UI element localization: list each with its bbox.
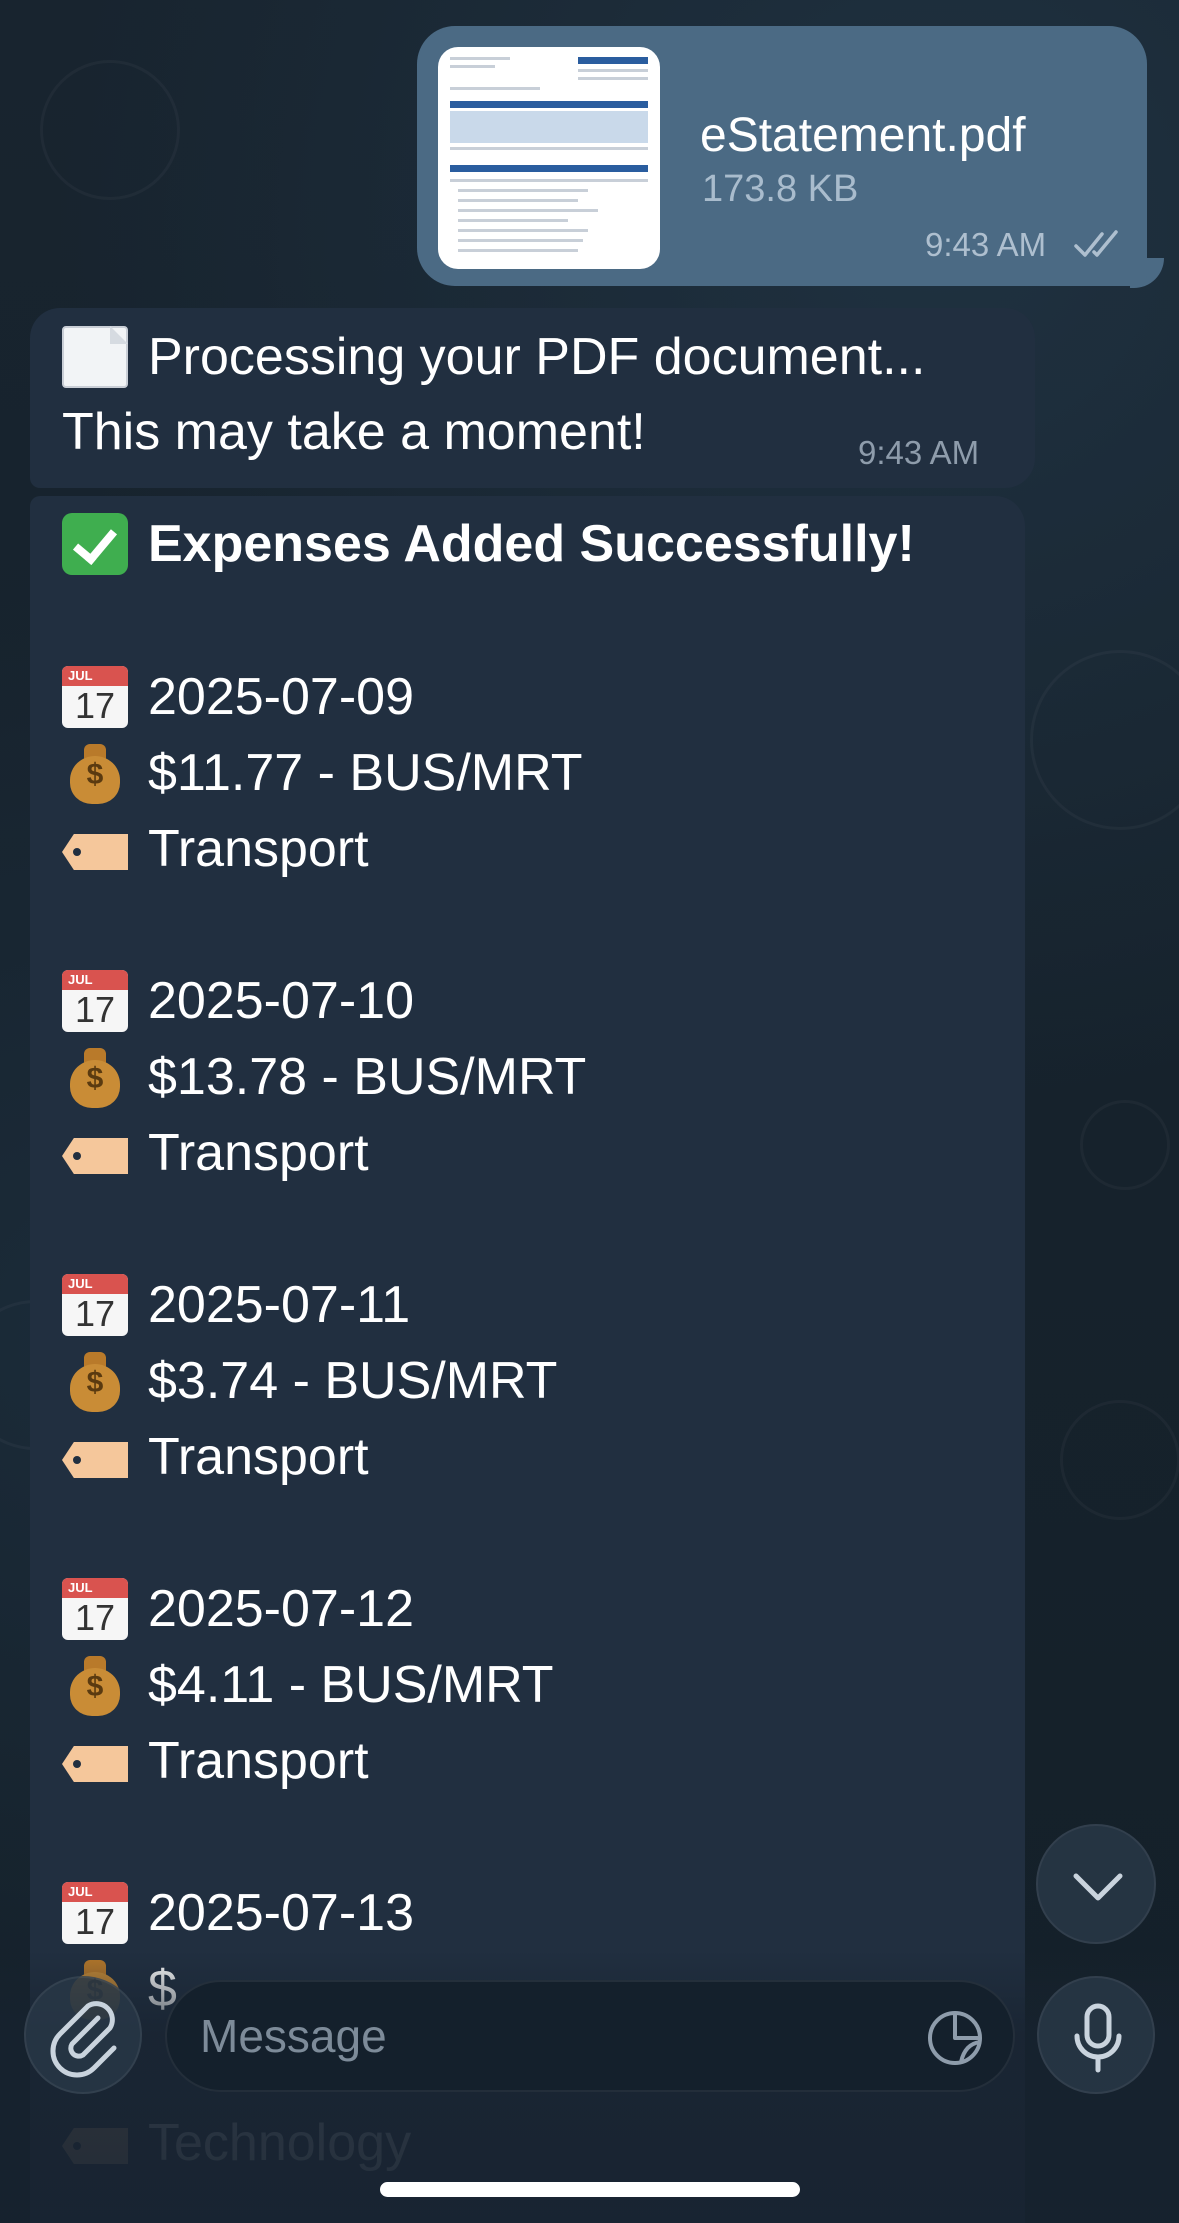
paperclip-icon xyxy=(50,2001,117,2078)
money-bag-icon: $ xyxy=(68,1350,122,1412)
expense-date: JUL 17 2025-07-10 xyxy=(62,970,414,1032)
message-input[interactable] xyxy=(200,2008,900,2064)
expense-date: JUL 17 2025-07-12 xyxy=(62,1578,414,1640)
calendar-icon: JUL 17 xyxy=(62,1578,128,1640)
scroll-down-button[interactable] xyxy=(1036,1824,1156,1944)
label-tag-icon xyxy=(62,1730,128,1792)
file-name: eStatement.pdf xyxy=(700,109,1026,162)
sticker-icon[interactable] xyxy=(925,2008,985,2068)
expense-category: Transport xyxy=(62,1426,369,1488)
check-mark-icon xyxy=(62,513,128,575)
money-bag-icon: $ xyxy=(68,742,122,804)
processing-line-2: This may take a moment! xyxy=(62,403,646,461)
expense-amount: $ $4.11 - BUS/MRT xyxy=(62,1654,554,1716)
expense-category: Transport xyxy=(62,1122,369,1184)
expenses-header: Expenses Added Successfully! xyxy=(62,513,915,575)
expense-amount: $ $3.74 - BUS/MRT xyxy=(62,1350,557,1412)
home-indicator xyxy=(380,2182,800,2197)
money-bag-icon: $ xyxy=(68,1654,122,1716)
label-tag-icon xyxy=(62,1426,128,1488)
outgoing-message-time: 9:43 AM xyxy=(925,226,1047,263)
money-bag-icon: $ xyxy=(68,1046,122,1108)
expense-date: JUL 17 2025-07-09 xyxy=(62,666,414,728)
expense-date: JUL 17 2025-07-11 xyxy=(62,1274,410,1336)
expense-category: Transport xyxy=(62,818,369,880)
expense-amount: $ $13.78 - BUS/MRT xyxy=(62,1046,586,1108)
processing-line-1: Processing your PDF document... xyxy=(62,326,925,388)
file-size: 173.8 KB xyxy=(702,168,859,210)
label-tag-icon xyxy=(62,1122,128,1184)
calendar-icon: JUL 17 xyxy=(62,666,128,728)
expense-amount: $ $11.77 - BUS/MRT xyxy=(62,742,582,804)
chevron-down-icon xyxy=(1073,1873,1123,1901)
calendar-icon: JUL 17 xyxy=(62,1882,128,1944)
expense-date: JUL 17 2025-07-13 xyxy=(62,1882,414,1944)
page-facing-up-icon xyxy=(62,326,128,388)
pdf-thumbnail[interactable] xyxy=(438,47,660,269)
attach-button[interactable] xyxy=(24,1976,142,2094)
expense-category: Transport xyxy=(62,1730,369,1792)
double-check-icon xyxy=(1074,230,1118,257)
calendar-icon: JUL 17 xyxy=(62,1274,128,1336)
label-tag-icon xyxy=(62,818,128,880)
voice-record-button[interactable] xyxy=(1037,1976,1155,2094)
calendar-icon: JUL 17 xyxy=(62,970,128,1032)
processing-message-time: 9:43 AM xyxy=(858,434,980,471)
microphone-icon xyxy=(1074,2003,1122,2073)
